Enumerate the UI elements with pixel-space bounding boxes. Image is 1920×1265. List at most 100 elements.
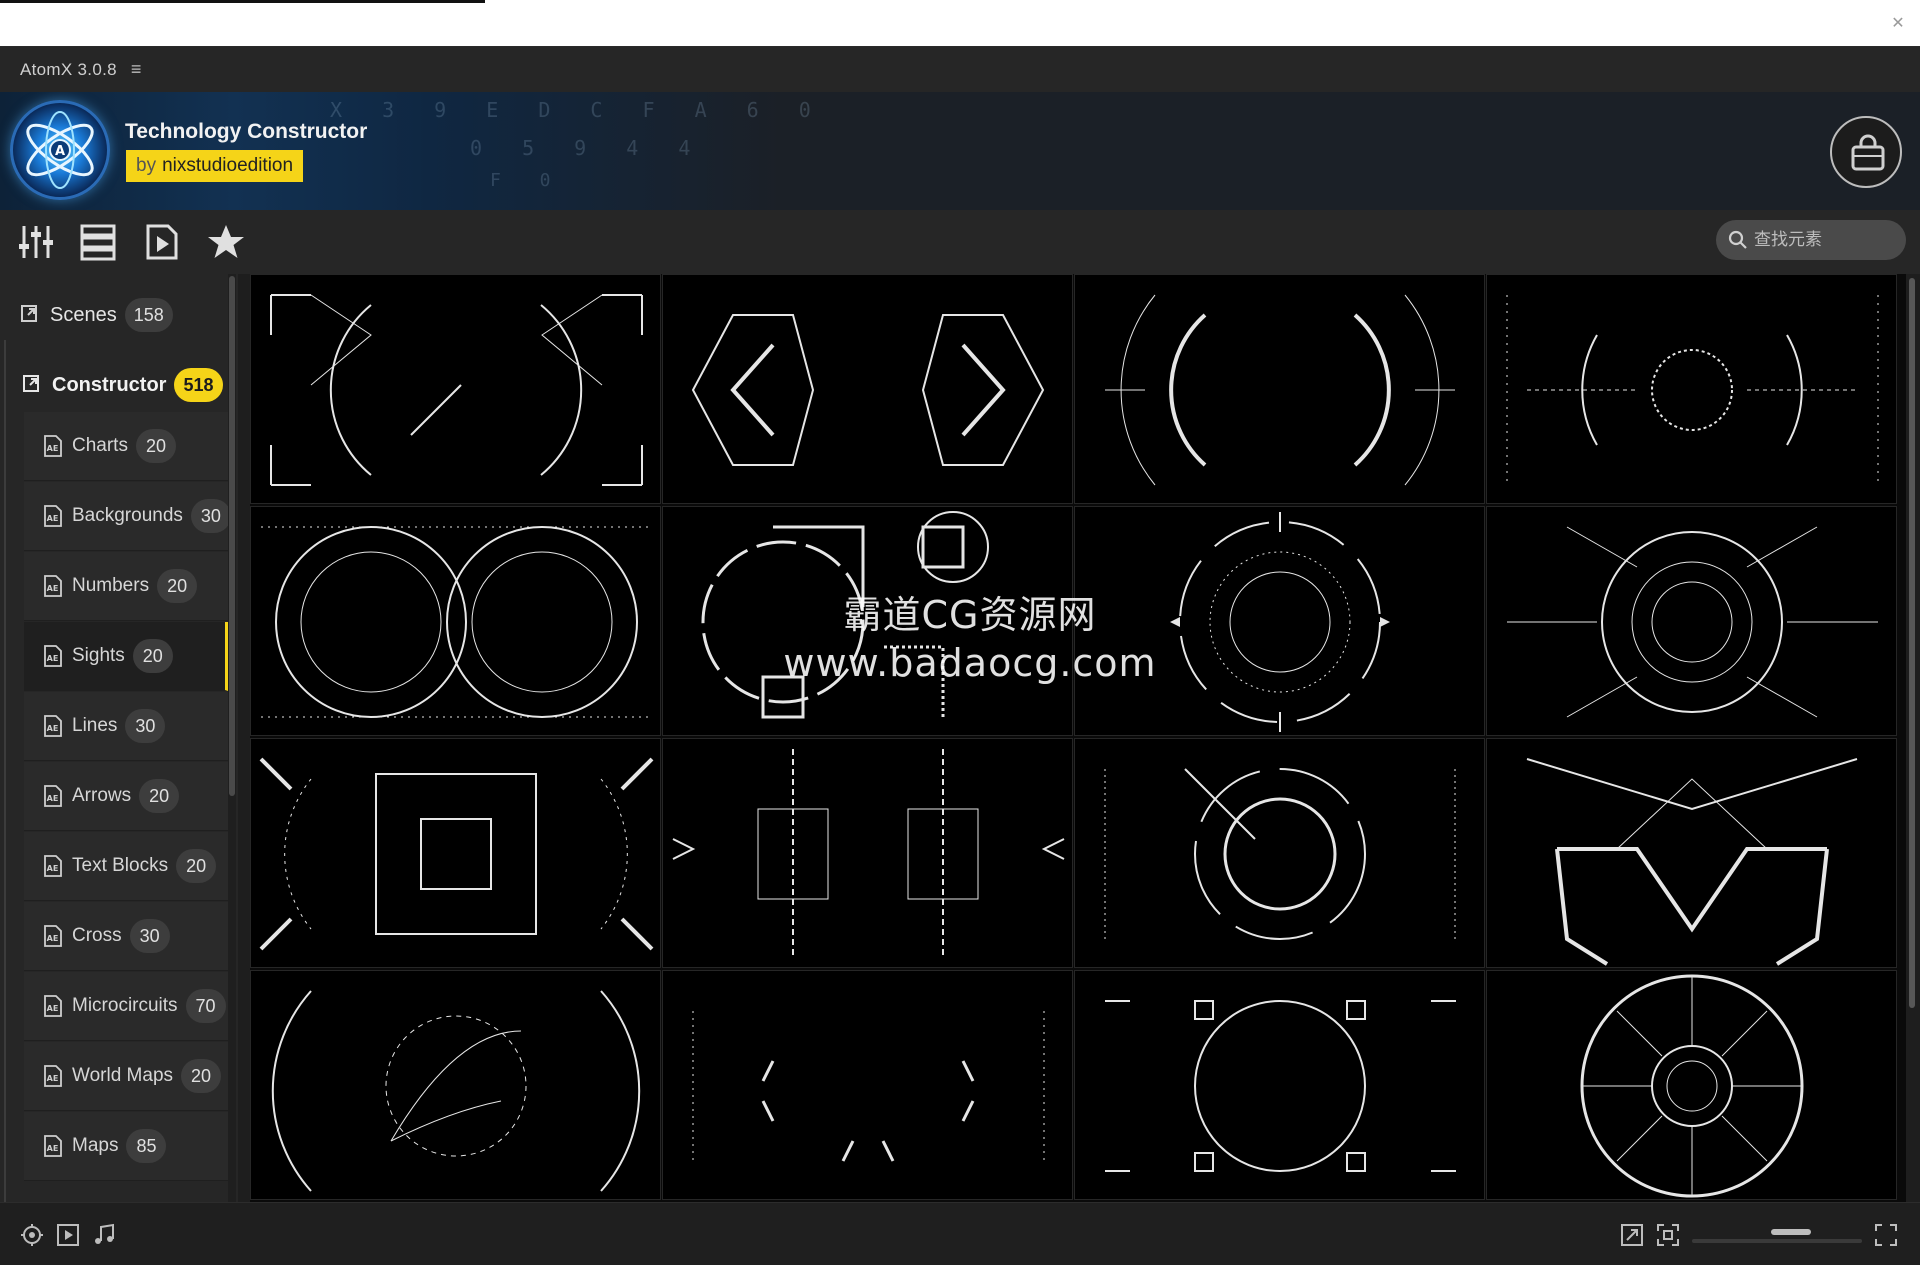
- svg-text:AE: AE: [47, 1074, 59, 1083]
- sliders-icon[interactable]: [16, 222, 56, 262]
- search-icon: [1728, 230, 1747, 249]
- shopping-bag-icon: [1851, 134, 1885, 171]
- sidebar-section-label: Scenes: [50, 303, 117, 326]
- sidebar-section-label: Constructor: [52, 373, 167, 396]
- svg-text:AE: AE: [47, 584, 59, 593]
- sidebar-item-label: Arrows: [72, 785, 132, 806]
- ae-file-icon: AE: [42, 854, 64, 878]
- hud-preview-art: [692, 1011, 1045, 1162]
- sidebar-scrollbar[interactable]: [228, 274, 236, 1202]
- svg-text:AE: AE: [47, 794, 59, 803]
- hamburger-menu-icon[interactable]: ≡: [131, 59, 142, 80]
- count-badge: 20: [157, 569, 198, 603]
- gallery-thumbnail[interactable]: [1074, 274, 1485, 504]
- count-badge: 20: [176, 849, 217, 883]
- sidebar-item-lines[interactable]: AE Lines 30: [24, 692, 228, 761]
- gallery-thumbnail[interactable]: [1486, 738, 1897, 968]
- pack-banner: X 3 9 E D C F A 6 0 0 5 9 4 4 F 0 A Tech…: [0, 92, 1920, 210]
- count-badge: 70: [185, 989, 226, 1023]
- hud-preview-art: [1506, 295, 1879, 485]
- count-badge: 518: [174, 368, 223, 402]
- music-icon[interactable]: [92, 1223, 116, 1247]
- count-badge: 20: [181, 1059, 222, 1093]
- shop-bag-button[interactable]: [1830, 116, 1902, 188]
- sidebar-item-backgrounds[interactable]: AE Backgrounds 30: [24, 482, 231, 551]
- close-icon[interactable]: ✕: [1888, 14, 1908, 34]
- play-file-icon[interactable]: [142, 222, 182, 262]
- gallery-thumbnail[interactable]: [1486, 274, 1897, 504]
- author-prefix: by: [136, 155, 157, 176]
- svg-text:AE: AE: [47, 444, 59, 453]
- hud-preview-art: [1526, 758, 1858, 966]
- main-toolbar: [0, 210, 1920, 274]
- scrollbar-thumb[interactable]: [1909, 278, 1915, 1008]
- pack-author-badge[interactable]: by nixstudioedition: [126, 150, 304, 182]
- sidebar-item-label: Cross: [72, 925, 122, 946]
- hud-preview-art: [672, 749, 1065, 959]
- sidebar-item-label: Sights: [72, 645, 125, 666]
- expand-icon[interactable]: [1620, 1223, 1644, 1247]
- svg-text:A: A: [55, 144, 65, 159]
- sidebar-item-label: Backgrounds: [72, 505, 183, 526]
- ae-file-icon: AE: [42, 924, 64, 948]
- hud-preview-art: [1507, 526, 1878, 718]
- sidebar-item-label: Microcircuits: [72, 995, 178, 1016]
- gallery-thumbnail[interactable]: [1486, 970, 1897, 1200]
- scrollbar-thumb[interactable]: [229, 276, 235, 796]
- gallery-thumbnail[interactable]: [250, 970, 661, 1200]
- banner-background-art: X 3 9 E D C F A 6 0 0 5 9 4 4 F 0: [0, 92, 811, 210]
- gallery-thumbnail[interactable]: [1074, 970, 1485, 1200]
- hud-preview-art: [701, 511, 989, 719]
- sidebar-item-numbers[interactable]: AE Numbers 20: [24, 552, 228, 621]
- svg-text:AE: AE: [47, 1144, 59, 1153]
- star-icon[interactable]: [206, 222, 246, 262]
- gallery-thumbnail[interactable]: [662, 738, 1073, 968]
- svg-text:AE: AE: [47, 724, 59, 733]
- hud-preview-art: [261, 526, 652, 718]
- sidebar-item-arrows[interactable]: AE Arrows 20: [24, 762, 228, 831]
- ae-file-icon: AE: [42, 504, 64, 528]
- sidebar-item-world-maps[interactable]: AE World Maps 20: [24, 1042, 228, 1111]
- ae-file-icon: AE: [42, 574, 64, 598]
- svg-text:AE: AE: [47, 654, 59, 663]
- sidebar-item-sights[interactable]: AE Sights 20: [24, 622, 228, 691]
- sidebar-item-microcircuits[interactable]: AE Microcircuits 70: [24, 972, 228, 1041]
- decor-digits: 0 5 9 4 4: [470, 136, 705, 160]
- search-input[interactable]: [1754, 230, 1894, 250]
- hud-preview-art: [1104, 768, 1456, 940]
- sidebar-item-text-blocks[interactable]: AE Text Blocks 20: [24, 832, 228, 901]
- gallery-thumbnail[interactable]: [662, 506, 1073, 736]
- sidebar-section-constructor[interactable]: Constructor 518: [0, 352, 228, 418]
- app-titlebar: AtomX 3.0.8 ≡: [0, 47, 1920, 92]
- list-icon[interactable]: [78, 222, 118, 262]
- count-badge: 158: [124, 298, 173, 332]
- gallery-thumbnail[interactable]: [1074, 738, 1485, 968]
- gallery-thumbnail[interactable]: [1486, 506, 1897, 736]
- gallery-thumbnail[interactable]: [250, 506, 661, 736]
- gallery-thumbnail[interactable]: [662, 274, 1073, 504]
- zoom-slider-track[interactable]: [1692, 1239, 1862, 1243]
- count-badge: 20: [132, 639, 173, 673]
- zoom-slider-handle[interactable]: [1771, 1229, 1811, 1235]
- sidebar-item-cross[interactable]: AE Cross 30: [24, 902, 228, 971]
- gallery-scrollbar[interactable]: [1906, 274, 1918, 1202]
- hud-preview-art: [691, 314, 1045, 466]
- sidebar-item-charts[interactable]: AE Charts 20: [24, 412, 228, 481]
- fit-icon[interactable]: [1874, 1223, 1898, 1247]
- preview-icon[interactable]: [56, 1223, 80, 1247]
- count-badge: 20: [135, 429, 176, 463]
- sidebar-item-maps[interactable]: AE Maps 85: [24, 1112, 228, 1181]
- gallery-thumbnail[interactable]: [662, 970, 1073, 1200]
- hud-preview-art: [1580, 974, 1804, 1198]
- os-window-strip: ✕: [0, 0, 1920, 47]
- ae-file-icon: AE: [42, 714, 64, 738]
- sidebar-section-scenes[interactable]: Scenes 158: [0, 282, 228, 348]
- count-badge: 20: [139, 779, 180, 813]
- loading-bar: [0, 0, 485, 3]
- target-icon[interactable]: [20, 1223, 44, 1247]
- gallery-thumbnail[interactable]: [250, 738, 661, 968]
- gallery-thumbnail[interactable]: [250, 274, 661, 504]
- fullscreen-icon[interactable]: [1656, 1223, 1680, 1247]
- gallery-thumbnail[interactable]: [1074, 506, 1485, 736]
- search-box[interactable]: [1716, 220, 1906, 260]
